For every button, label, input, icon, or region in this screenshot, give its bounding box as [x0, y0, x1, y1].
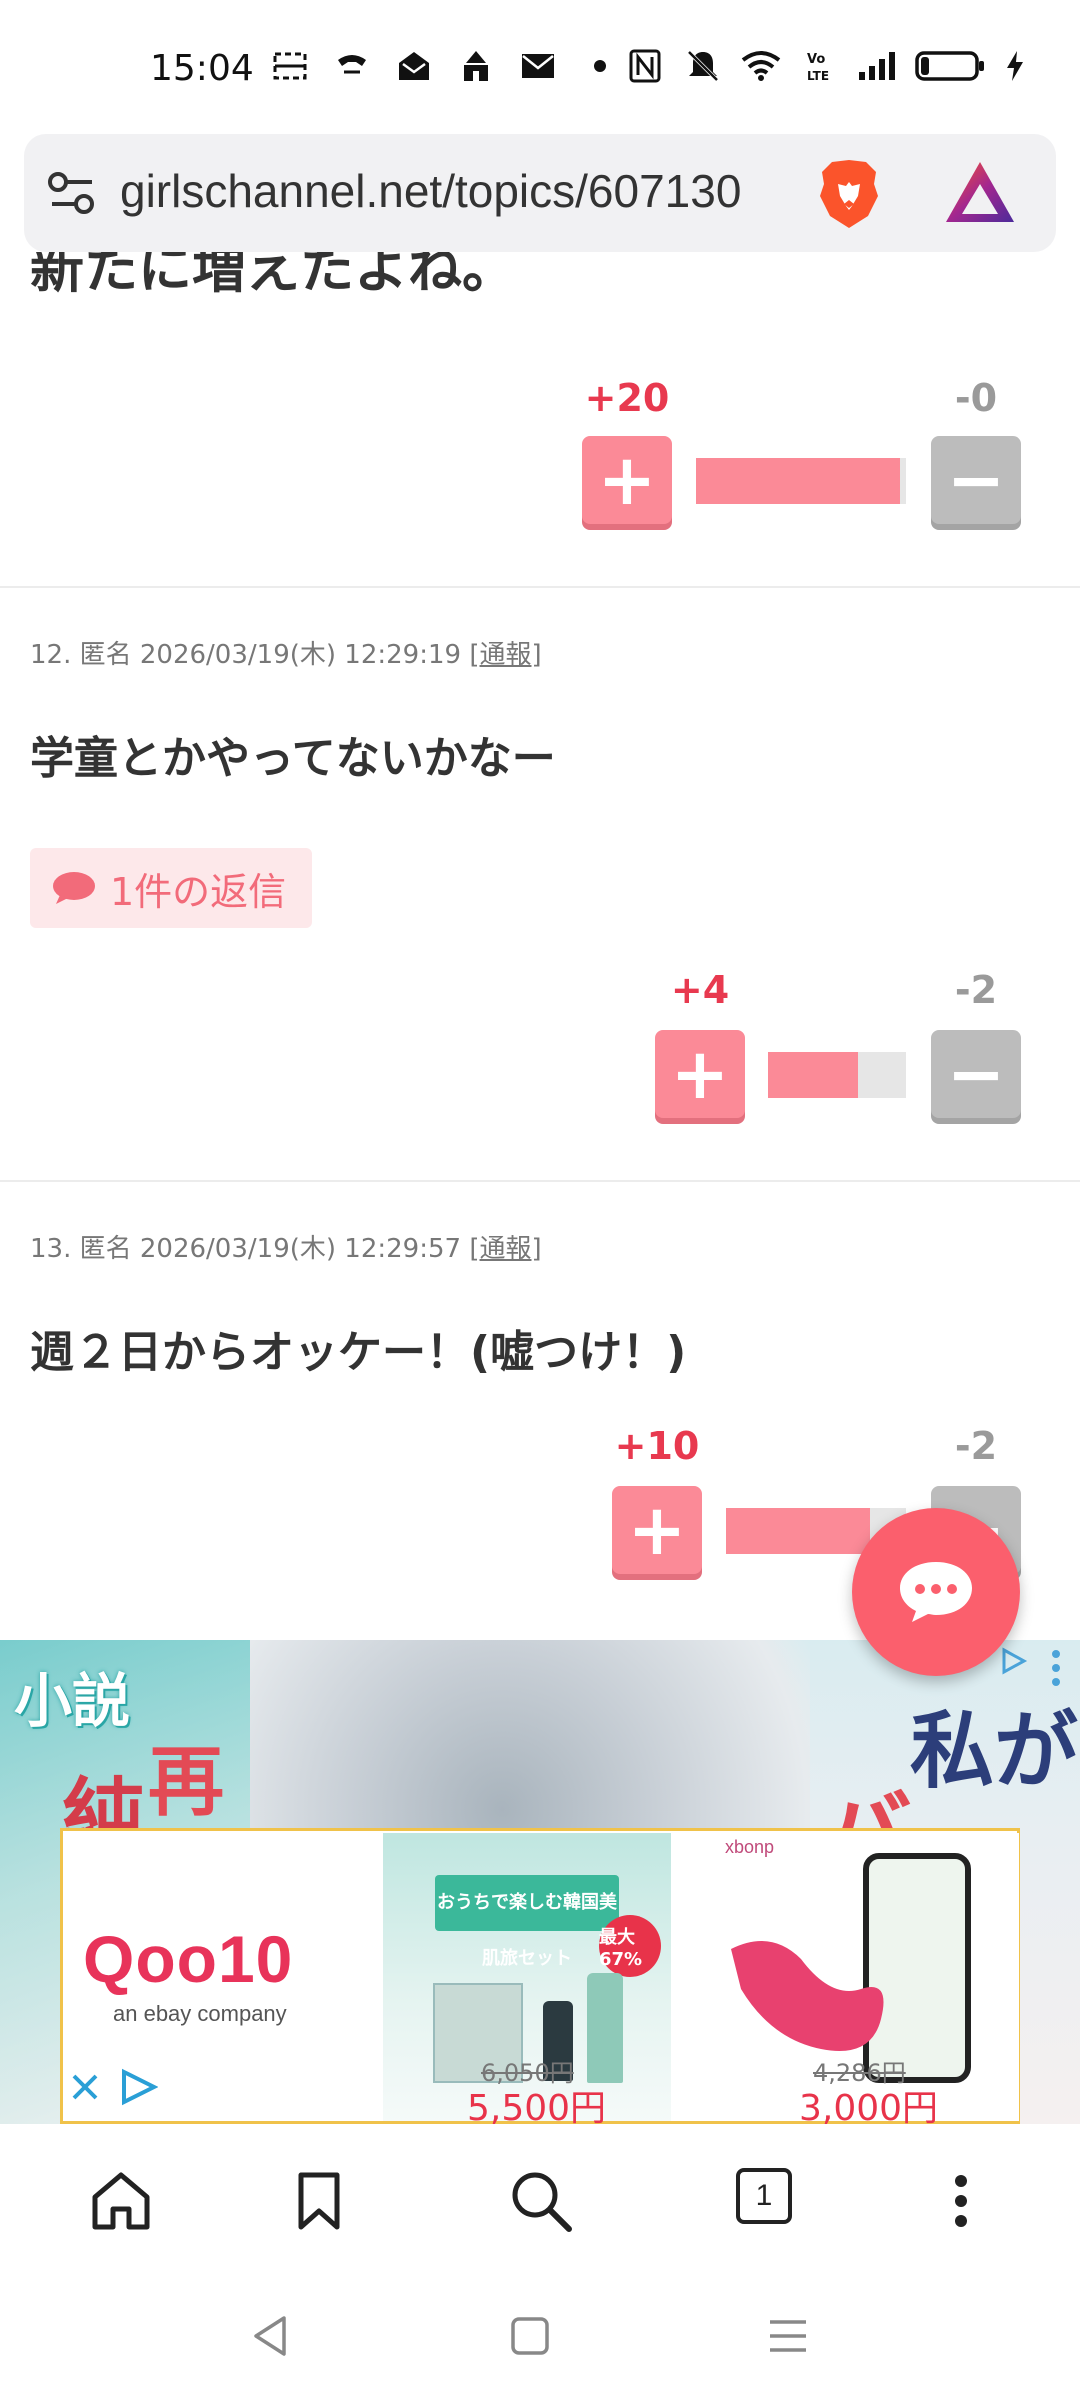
address-bar[interactable]: girlschannel.net/topics/607130 [24, 134, 1056, 252]
play-icon[interactable] [118, 2068, 158, 2106]
plus-vote-count: +4 [670, 968, 730, 1012]
bookmarks-button[interactable] [284, 2166, 354, 2236]
mute-icon [683, 46, 723, 86]
ad-text: 私が [910, 1701, 1079, 1800]
plus-icon: + [597, 439, 657, 521]
plus-vote-button[interactable]: + [582, 436, 672, 524]
close-icon[interactable] [70, 2072, 100, 2102]
back-icon[interactable] [242, 2306, 302, 2366]
more-options-icon[interactable] [1046, 1648, 1066, 1688]
comment-meta: 13. 匿名 2026/03/19(木) 12:29:57 [通報] [30, 1234, 542, 1264]
minus-vote-count: -2 [954, 1424, 998, 1468]
sale-price: 3,000円 [799, 2088, 939, 2124]
vote-ratio-bar [696, 458, 906, 504]
comment-body: 学童とかやってないかなー [30, 733, 556, 784]
browser-toolbar: 1 [0, 2124, 1080, 2276]
comment-fab-button[interactable] [852, 1508, 1020, 1676]
comment-meta: 12. 匿名 2026/03/19(木) 12:29:19 [通報] [30, 640, 542, 670]
screenshot-icon [270, 46, 310, 86]
qoo10-logo: Qoo10 an ebay company [83, 1922, 294, 2026]
menu-button[interactable] [926, 2166, 996, 2236]
comment-body: 週２日からオッケー！(嘘つけ！) [30, 1327, 687, 1378]
brave-shields-icon[interactable] [814, 156, 884, 232]
tabs-button[interactable]: 1 [736, 2168, 792, 2224]
comment-body: 新たに増えたよね。 [30, 252, 516, 300]
url-text[interactable]: girlschannel.net/topics/607130 [120, 164, 812, 224]
product-tag: おうちで楽しむ韓国美肌旅セット [435, 1875, 619, 1969]
vote-ratio-fill [768, 1052, 858, 1098]
comment-list: 新たに増えたよね。 +20 -0 + − 12. 匿名 2026/03/19(木… [0, 252, 1080, 1632]
site-settings-icon[interactable] [42, 162, 104, 224]
search-icon [512, 2172, 572, 2232]
report-link[interactable]: [通報] [469, 640, 541, 670]
minus-icon: − [946, 439, 1006, 521]
reply-count-label: 1件の返信 [110, 869, 287, 914]
home-icon [92, 2172, 150, 2230]
vote-ratio-fill [726, 1508, 870, 1554]
chat-icon [900, 1562, 972, 1622]
home-nav-icon[interactable] [500, 2306, 560, 2366]
castle-icon [456, 46, 496, 86]
status-time: 15:04 [150, 48, 254, 89]
report-link[interactable]: [通報] [469, 1234, 541, 1264]
advertisement[interactable]: 小説 再 純 私が バ Qoo10 an ebay company おうちで楽し… [0, 1640, 1080, 2124]
call-icon [332, 46, 372, 86]
plus-vote-button[interactable]: + [612, 1486, 702, 1574]
adchoices-icon[interactable] [998, 1646, 1028, 1676]
plus-icon: + [627, 1489, 687, 1571]
bookmark-icon [298, 2172, 340, 2230]
divider [0, 586, 1080, 588]
minus-vote-button[interactable]: − [931, 436, 1021, 524]
plus-vote-count: +10 [614, 1424, 700, 1468]
plus-vote-count: +20 [584, 376, 670, 420]
product-brand: xbonp [725, 1837, 775, 1857]
discount-badge: 最大67% [599, 1915, 661, 1977]
speech-bubble-icon [53, 872, 95, 904]
nfc-icon [625, 46, 665, 86]
minus-vote-count: -0 [954, 376, 998, 420]
dot-icon [580, 46, 620, 86]
minus-vote-count: -2 [954, 968, 998, 1012]
reply-count-button[interactable]: 1件の返信 [30, 848, 313, 928]
system-nav-bar [0, 2276, 1080, 2400]
svg-text:LTE: LTE [807, 69, 829, 83]
svg-text:Vo: Vo [807, 52, 825, 67]
more-vertical-icon [955, 2175, 967, 2227]
charging-icon [1003, 46, 1027, 86]
volte-icon: Vo LTE [799, 46, 839, 86]
minus-vote-button[interactable]: − [931, 1030, 1021, 1118]
sale-price: 5,500円 [467, 2088, 607, 2124]
ad-product[interactable]: おうちで楽しむ韓国美肌旅セット 最大67% 6,050円 5,500円 [383, 1833, 671, 2124]
brave-rewards-icon[interactable] [942, 158, 1018, 228]
mail-open-icon [394, 46, 434, 86]
ad-banner[interactable]: Qoo10 an ebay company おうちで楽しむ韓国美肌旅セット 最大… [60, 1828, 1020, 2124]
wifi-icon [741, 46, 781, 86]
plus-icon: + [670, 1033, 730, 1115]
home-button[interactable] [86, 2166, 156, 2236]
battery-icon [915, 46, 985, 86]
minus-icon: − [946, 1033, 1006, 1115]
plus-vote-button[interactable]: + [655, 1030, 745, 1118]
vote-ratio-fill [696, 458, 900, 504]
vote-ratio-bar [768, 1052, 906, 1098]
status-bar: 15:04 Vo LTE [0, 0, 1080, 130]
search-button[interactable] [506, 2166, 576, 2236]
mail-icon [518, 46, 558, 86]
divider [0, 1180, 1080, 1182]
signal-icon [857, 46, 897, 86]
ad-product[interactable]: xbonp 4,286円 3,000円 [703, 1833, 1019, 2124]
recents-icon[interactable] [758, 2306, 818, 2366]
ad-text: 再 [148, 1737, 224, 1826]
ad-text: 小説 [14, 1667, 131, 1735]
